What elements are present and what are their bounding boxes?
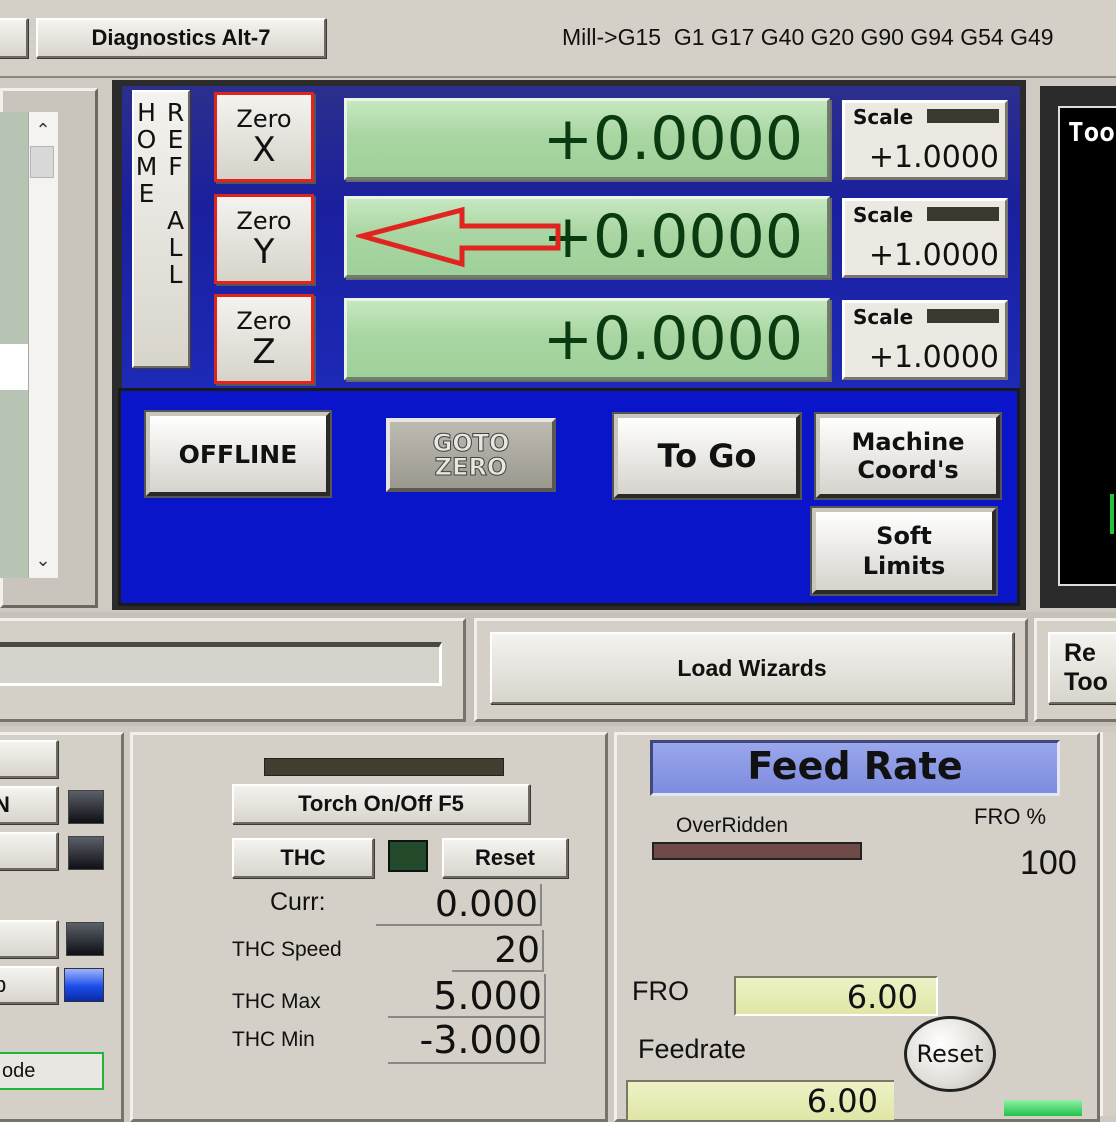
fro-field[interactable]: 6.00 xyxy=(734,976,938,1016)
thc-reset-button[interactable]: Reset xyxy=(442,838,568,878)
machine-coords-button[interactable]: Machine Coord's xyxy=(814,412,1002,500)
thc-curr-value: 0.000 xyxy=(434,884,538,925)
fro-percent-label: FRO % xyxy=(974,804,1047,829)
zero-y-button[interactable]: Zero Y xyxy=(214,194,314,284)
led-4 xyxy=(66,922,104,956)
machine-coords-label: Machine Coord's xyxy=(851,428,965,484)
thc-led xyxy=(388,840,428,872)
feed-reset-button[interactable]: Reset xyxy=(904,1016,996,1092)
ref-all-home-label: REF ALL HOME xyxy=(132,98,190,287)
scrollbar-thumb[interactable] xyxy=(30,146,54,178)
zero-x-axis: X xyxy=(252,130,276,170)
file-path-field[interactable] xyxy=(0,642,442,686)
scale-z-box[interactable]: Scale +1.0000 xyxy=(842,300,1008,380)
overridden-led xyxy=(652,842,862,860)
toolpath-label: Too xyxy=(1068,118,1115,148)
lower-left-button-n[interactable]: N xyxy=(0,786,58,824)
soft-limits-button[interactable]: Soft Limits xyxy=(810,506,998,596)
scroll-up-icon[interactable]: ⌃ xyxy=(33,120,53,141)
right-edge-panel xyxy=(1100,732,1116,1116)
zero-z-axis: Z xyxy=(252,332,276,372)
zero-y-label: Zero xyxy=(236,207,292,235)
regen-label-1: Re xyxy=(1064,639,1096,667)
led-n xyxy=(68,790,104,824)
soft-limits-label: Soft Limits xyxy=(862,522,946,580)
feed-reset-label: Reset xyxy=(916,1040,984,1068)
scale-x-value: +1.0000 xyxy=(868,140,999,175)
lower-left-button-3[interactable] xyxy=(0,832,58,870)
thc-min-field[interactable]: -3.000 xyxy=(388,1018,546,1064)
torch-on-off-button[interactable]: Torch On/Off F5 xyxy=(232,784,530,824)
mode-label: ode xyxy=(2,1060,36,1082)
toolpath-view[interactable] xyxy=(1058,106,1116,586)
gcode-modal-status: Mill->G15 G1 G17 G40 G20 G90 G94 G54 G49 xyxy=(562,24,1054,50)
diagnostics-tab-button[interactable]: Diagnostics Alt-7 xyxy=(36,18,326,58)
to-go-button[interactable]: To Go xyxy=(612,412,802,500)
mode-indicator[interactable]: ode xyxy=(0,1052,104,1090)
offline-button[interactable]: OFFLINE xyxy=(144,410,332,498)
feedrate-field[interactable]: 6.00 xyxy=(626,1080,894,1120)
thc-max-label: THC Max xyxy=(232,990,321,1013)
fro-value: 6.00 xyxy=(846,978,918,1016)
scale-z-led xyxy=(927,309,999,323)
gcode-current-line xyxy=(0,344,28,390)
dro-z-value[interactable]: +0.0000 xyxy=(344,298,830,380)
thc-speed-label: THC Speed xyxy=(232,938,342,961)
thc-max-field[interactable]: 5.000 xyxy=(388,974,546,1018)
fro-percent-value: 100 xyxy=(1020,844,1077,882)
thc-max-value: 5.000 xyxy=(433,974,542,1018)
thc-curr-field[interactable]: 0.000 xyxy=(376,884,542,926)
scale-x-label: Scale xyxy=(853,105,914,129)
torch-led xyxy=(264,758,504,776)
zero-z-label: Zero xyxy=(236,307,292,335)
scale-y-value: +1.0000 xyxy=(868,238,999,273)
thc-min-label: THC Min xyxy=(232,1028,315,1051)
lower-left-button-4[interactable] xyxy=(0,920,58,958)
scale-x-led xyxy=(927,109,999,123)
zero-x-button[interactable]: Zero X xyxy=(214,92,314,182)
zero-x-label: Zero xyxy=(236,105,292,133)
scale-z-value: +1.0000 xyxy=(868,340,999,375)
lower-left-button-1[interactable] xyxy=(0,740,58,778)
load-wizards-button[interactable]: Load Wizards xyxy=(490,632,1014,704)
fro-label: FRO xyxy=(632,976,689,1006)
regen-label-2: Too xyxy=(1064,668,1108,696)
zero-y-axis: Y xyxy=(253,232,275,272)
toolpath-origin-icon xyxy=(1110,494,1114,534)
led-3 xyxy=(68,836,104,870)
goto-zero-button[interactable]: GOTO ZERO xyxy=(386,418,556,492)
feedrate-value: 6.00 xyxy=(806,1082,878,1120)
dro-x-value[interactable]: +0.0000 xyxy=(344,98,830,180)
annotation-arrow-icon xyxy=(356,206,561,268)
scroll-down-icon[interactable]: ⌄ xyxy=(33,550,53,571)
thc-button[interactable]: THC xyxy=(232,838,374,878)
thc-min-value: -3.000 xyxy=(419,1018,543,1062)
thc-speed-field[interactable]: 20 xyxy=(452,930,544,972)
ref-all-home-button[interactable]: REF ALL HOME xyxy=(132,90,190,368)
feed-rate-title: Feed Rate xyxy=(747,744,963,788)
feedrate-label: Feedrate xyxy=(638,1034,747,1064)
goto-zero-label: GOTO ZERO xyxy=(432,429,510,481)
scale-y-box[interactable]: Scale +1.0000 xyxy=(842,198,1008,278)
gcode-list-scrollbar[interactable] xyxy=(28,112,58,578)
partial-tab-button[interactable] xyxy=(0,18,28,58)
regen-toolpath-button[interactable]: Re Too xyxy=(1048,632,1116,704)
scale-z-label: Scale xyxy=(853,305,914,329)
zero-z-button[interactable]: Zero Z xyxy=(214,294,314,384)
overridden-label: OverRidden xyxy=(676,814,789,837)
thc-speed-value: 20 xyxy=(494,930,540,971)
scale-x-box[interactable]: Scale +1.0000 xyxy=(842,100,1008,180)
led-p-active xyxy=(64,968,104,1002)
thc-curr-label: Curr: xyxy=(270,888,326,916)
lower-left-button-p[interactable]: p xyxy=(0,966,58,1004)
feed-green-indicator xyxy=(1004,1100,1082,1116)
scale-y-label: Scale xyxy=(853,203,914,227)
scale-y-led xyxy=(927,207,999,221)
